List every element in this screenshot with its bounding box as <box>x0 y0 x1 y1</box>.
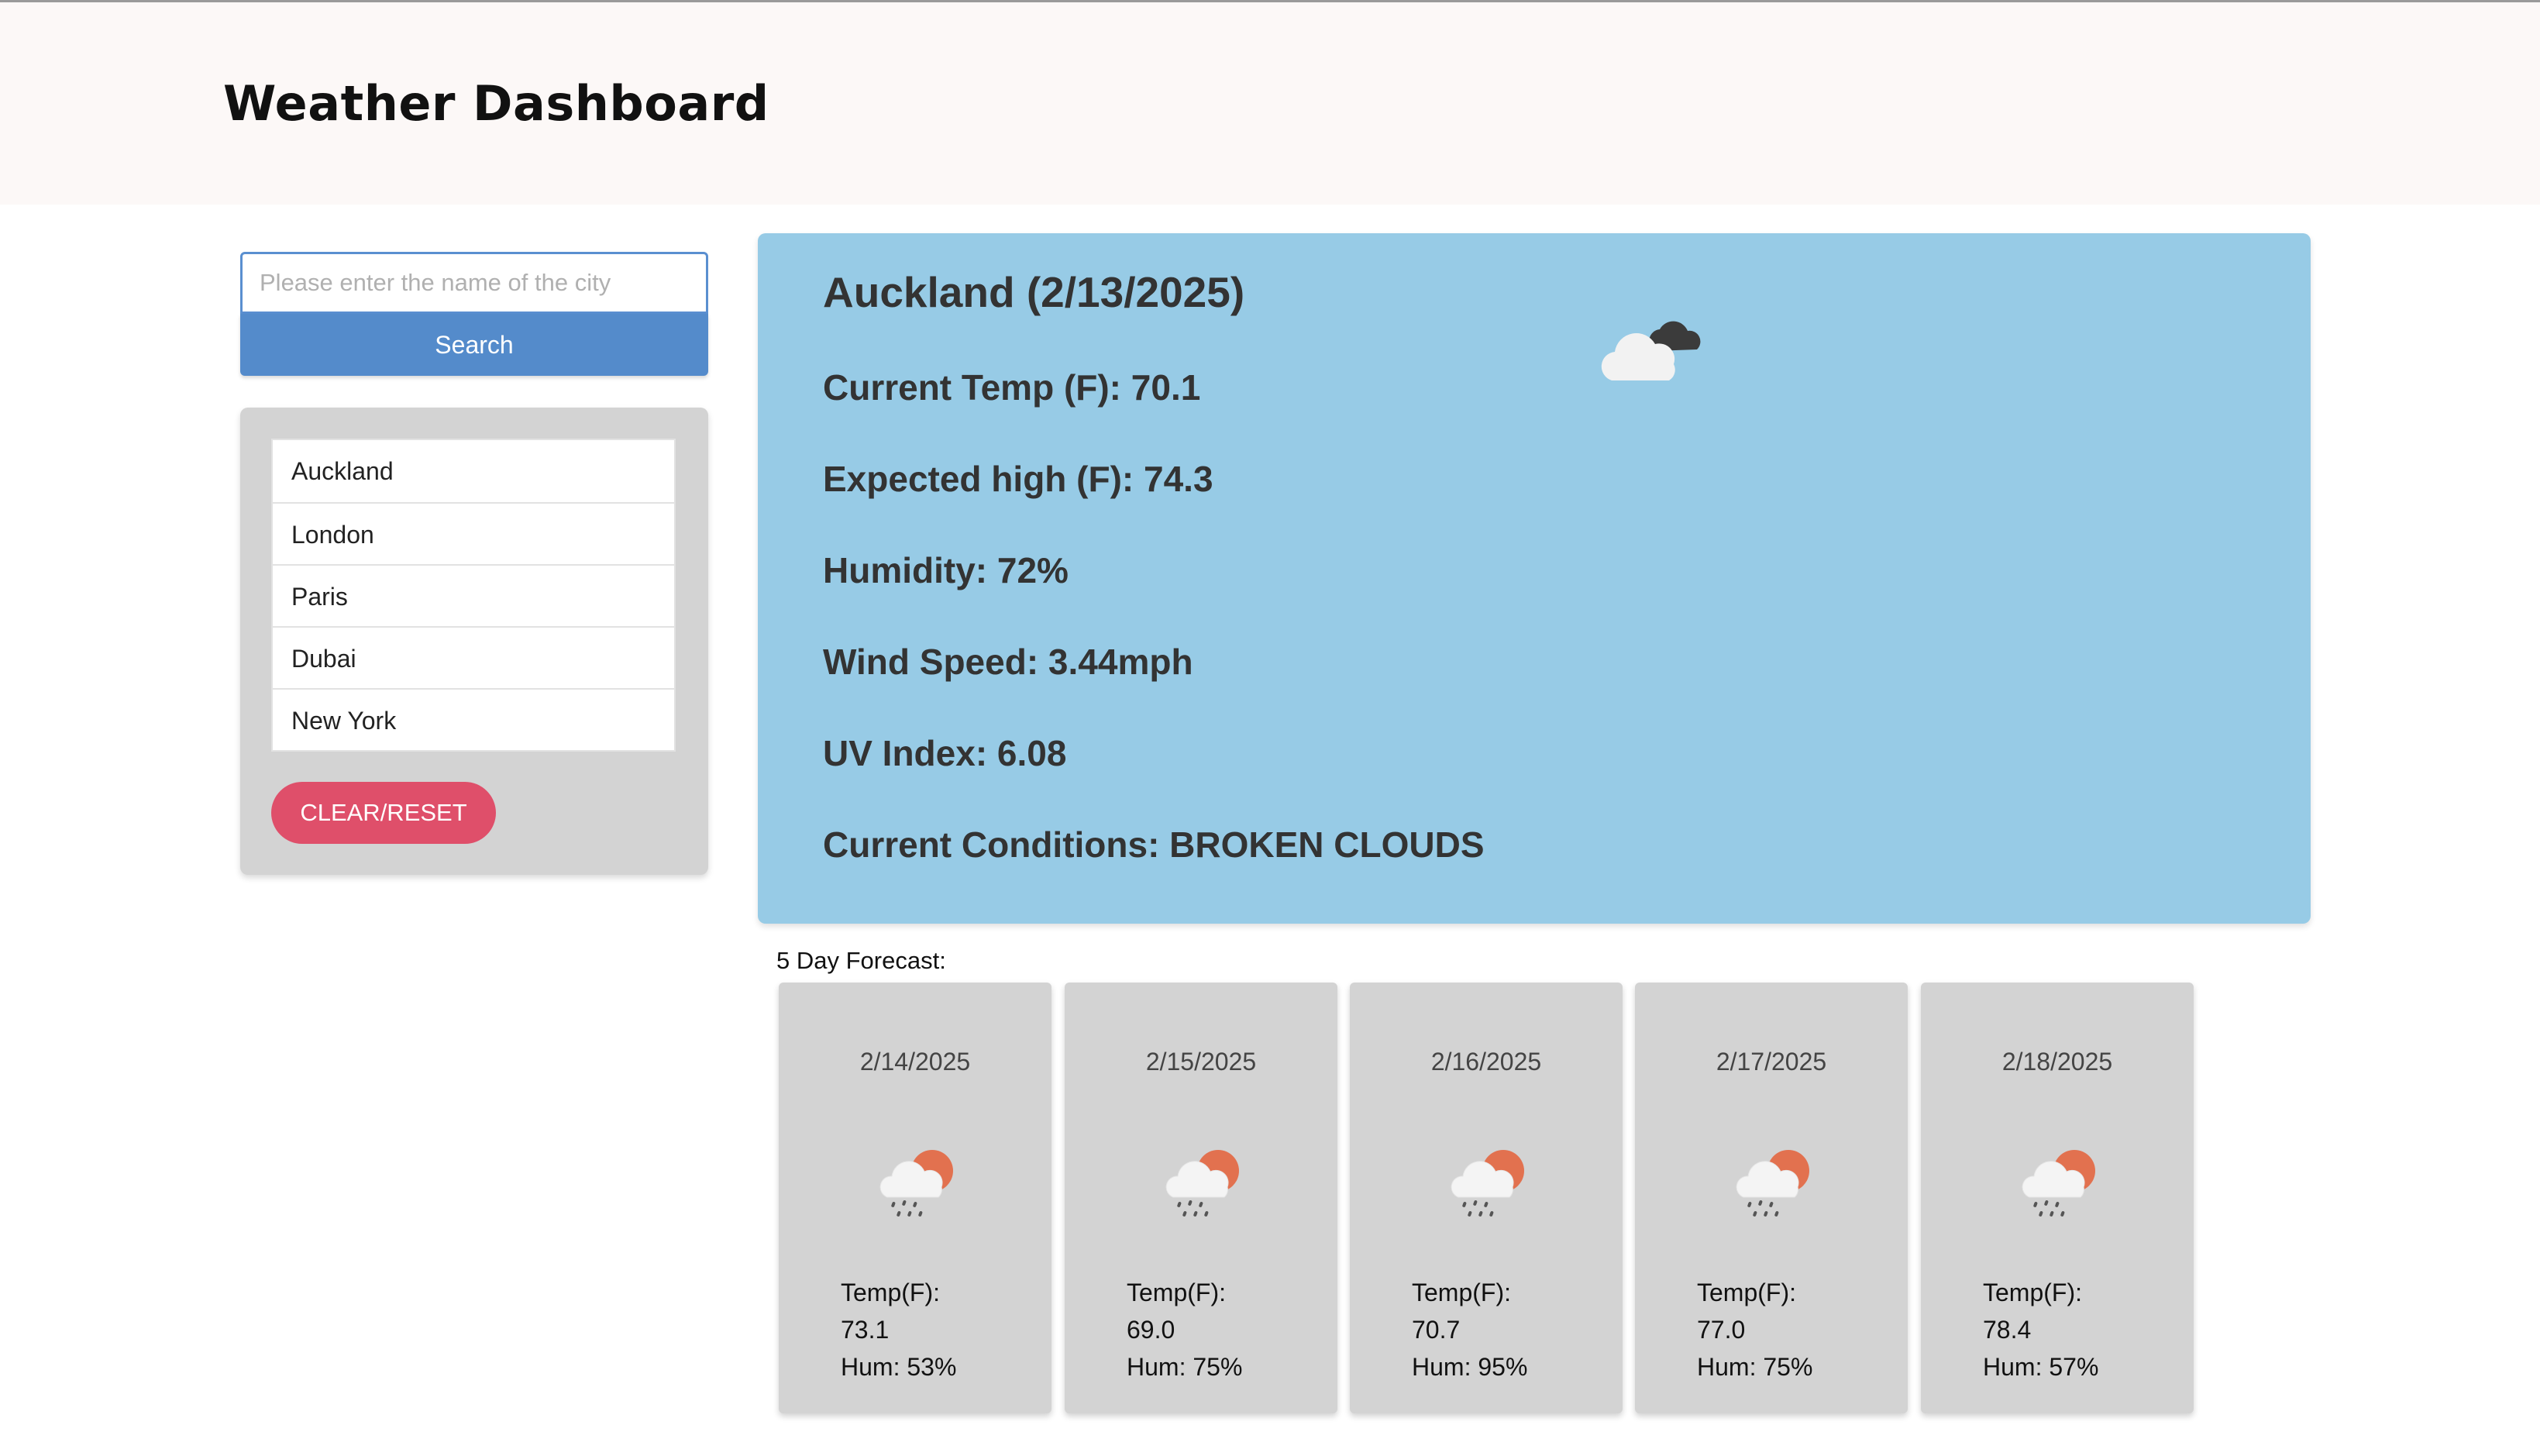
history-item-paris[interactable]: Paris <box>273 564 674 626</box>
broken-clouds-icon <box>1601 321 1701 380</box>
search-history-panel: Auckland London Paris Dubai New York CLE… <box>240 408 708 875</box>
forecast-card: 2/16/2025 Temp(F): 70.7 Hum: 95% <box>1350 983 1623 1413</box>
forecast-details: Temp(F): 77.0 Hum: 75% <box>1697 1274 1812 1385</box>
forecast-humidity: Hum: 75% <box>1697 1353 1813 1381</box>
header: Weather Dashboard <box>0 0 2540 205</box>
current-temp: Current Temp (F): 70.1 <box>823 367 1201 408</box>
forecast-temp-value: 77.0 <box>1697 1316 1746 1344</box>
forecast-date: 2/16/2025 <box>1430 1048 1542 1076</box>
forecast-details: Temp(F): 70.7 Hum: 95% <box>1412 1274 1527 1385</box>
current-conditions: Current Conditions: BROKEN CLOUDS <box>823 824 1485 865</box>
uv-index: UV Index: 6.08 <box>823 733 1067 773</box>
forecast-humidity: Hum: 57% <box>1983 1353 2099 1381</box>
forecast-humidity: Hum: 95% <box>1412 1353 1528 1381</box>
forecast-date: 2/18/2025 <box>2001 1048 2113 1076</box>
forecast-date: 2/15/2025 <box>1145 1048 1257 1076</box>
history-item-new-york[interactable]: New York <box>273 688 674 750</box>
rain-sun-icon <box>1156 1141 1249 1227</box>
current-humidity: Humidity: 72% <box>823 550 1069 590</box>
forecast-temp-label: Temp(F): <box>841 1279 940 1306</box>
forecast-temp-value: 73.1 <box>841 1316 890 1344</box>
forecast-temp-label: Temp(F): <box>1412 1279 1511 1306</box>
forecast-details: Temp(F): 69.0 Hum: 75% <box>1127 1274 1242 1385</box>
city-search-input[interactable] <box>240 252 708 314</box>
expected-high: Expected high (F): 74.3 <box>823 459 1213 499</box>
forecast-temp-label: Temp(F): <box>1127 1279 1226 1306</box>
search-button[interactable]: Search <box>240 314 708 376</box>
rain-sun-icon <box>1726 1141 1819 1227</box>
forecast-card: 2/17/2025 Temp(F): 77.0 Hum: 75% <box>1635 983 1908 1413</box>
forecast-temp-value: 69.0 <box>1127 1316 1175 1344</box>
forecast-temp-label: Temp(F): <box>1697 1279 1796 1306</box>
page-title: Weather Dashboard <box>223 75 769 132</box>
forecast-temp-value: 70.7 <box>1412 1316 1461 1344</box>
forecast-temp-value: 78.4 <box>1983 1316 2032 1344</box>
search-history-list: Auckland London Paris Dubai New York <box>271 439 676 752</box>
current-weather-card: Auckland (2/13/2025) Current Temp (F): 7… <box>758 233 2311 924</box>
rain-sun-icon <box>1441 1141 1534 1227</box>
forecast-details: Temp(F): 78.4 Hum: 57% <box>1983 1274 2098 1385</box>
forecast-label: 5 Day Forecast: <box>776 947 946 974</box>
forecast-card: 2/15/2025 Temp(F): 69.0 Hum: 75% <box>1065 983 1337 1413</box>
forecast-humidity: Hum: 75% <box>1127 1353 1243 1381</box>
wind-speed: Wind Speed: 3.44mph <box>823 642 1193 682</box>
forecast-card: 2/14/2025 Temp(F): 73.1 Hum: 53% <box>779 983 1051 1413</box>
forecast-date: 2/17/2025 <box>1716 1048 1827 1076</box>
rain-sun-icon <box>870 1141 963 1227</box>
forecast-card: 2/18/2025 Temp(F): 78.4 Hum: 57% <box>1921 983 2194 1413</box>
history-item-dubai[interactable]: Dubai <box>273 626 674 688</box>
forecast-details: Temp(F): 73.1 Hum: 53% <box>841 1274 956 1385</box>
rain-sun-icon <box>2012 1141 2105 1227</box>
forecast-date: 2/14/2025 <box>859 1048 971 1076</box>
history-item-london[interactable]: London <box>273 502 674 564</box>
history-item-auckland[interactable]: Auckland <box>273 440 674 502</box>
forecast-humidity: Hum: 53% <box>841 1353 957 1381</box>
current-city-title: Auckland (2/13/2025) <box>823 268 1245 316</box>
forecast-temp-label: Temp(F): <box>1983 1279 2082 1306</box>
clear-reset-button[interactable]: CLEAR/RESET <box>271 782 496 844</box>
